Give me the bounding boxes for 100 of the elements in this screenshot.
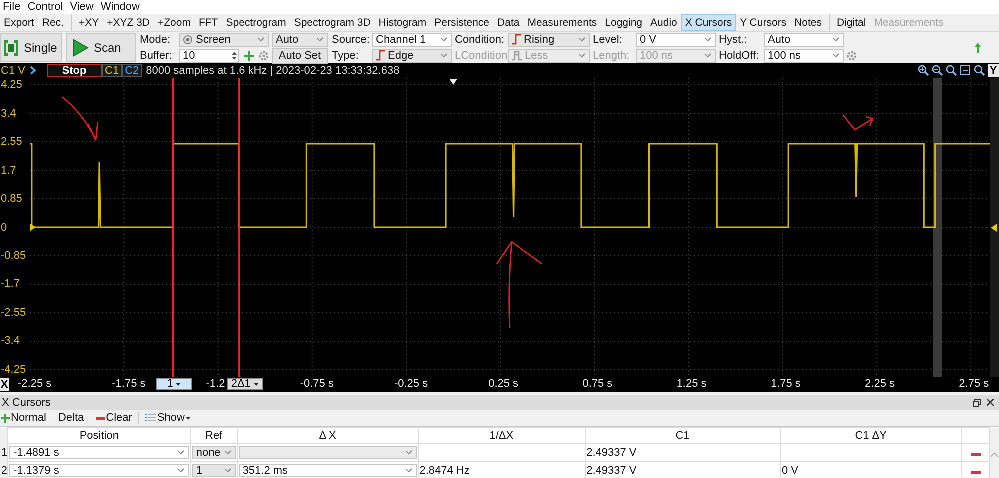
toolbar-tab[interactable]: Data bbox=[494, 14, 524, 31]
chevron-icon bbox=[257, 37, 265, 42]
search-icon[interactable] bbox=[946, 65, 957, 76]
arrow-drawing bbox=[842, 114, 874, 131]
cursor-handle[interactable]: 1 bbox=[156, 378, 192, 390]
column-header: C1 bbox=[585, 428, 780, 444]
single-button[interactable]: Single bbox=[0, 33, 62, 62]
trigger-level-marker[interactable] bbox=[990, 224, 997, 232]
toolbar-tab[interactable]: Digital bbox=[833, 14, 870, 31]
restore-icon[interactable] bbox=[973, 398, 981, 406]
stop-button[interactable]: Stop bbox=[47, 64, 102, 77]
cursor-handle[interactable]: 2Δ1 bbox=[227, 378, 263, 390]
zoom-in-icon[interactable] bbox=[918, 65, 929, 76]
y-axis-button[interactable]: Y bbox=[988, 64, 999, 77]
toolbar-tab[interactable]: +XY bbox=[74, 14, 104, 31]
x-tick-label: 0.25 s bbox=[488, 378, 519, 390]
y-tick-label: -1.7 bbox=[1, 278, 20, 290]
x-tick-label: -1.75 s bbox=[112, 378, 146, 390]
ref-dropdown[interactable]: none bbox=[192, 446, 236, 459]
trigger-position-marker[interactable] bbox=[450, 79, 458, 85]
toolbar-tab[interactable]: Audio bbox=[646, 14, 682, 31]
trigger-label: Level: bbox=[593, 34, 624, 46]
plus-icon[interactable] bbox=[244, 50, 254, 60]
toolbar-tab[interactable]: Y Cursors bbox=[736, 14, 791, 31]
add-normal-button[interactable]: Normal bbox=[1, 412, 46, 424]
toolbar-tab[interactable]: Rec. bbox=[38, 14, 68, 31]
chevron-icon bbox=[704, 37, 712, 42]
delete-icon[interactable] bbox=[970, 452, 981, 456]
channel-tag[interactable]: C1 bbox=[102, 64, 122, 77]
clear-button[interactable]: Clear bbox=[96, 412, 132, 424]
toolbar-tab[interactable]: Spectrogram 3D bbox=[290, 14, 375, 31]
chevron-icon bbox=[440, 37, 448, 42]
trigger-dropdown[interactable]: Edge bbox=[372, 48, 452, 62]
caret-icon bbox=[254, 382, 259, 386]
minus-icon bbox=[96, 416, 106, 420]
chevron-icon bbox=[404, 450, 413, 455]
table-cell: 2.49337 V bbox=[586, 446, 637, 458]
search-icon[interactable] bbox=[974, 65, 985, 76]
x-tick-label: 1.25 s bbox=[676, 378, 707, 390]
cursor-line[interactable] bbox=[238, 78, 240, 377]
caret-icon bbox=[176, 382, 182, 386]
x-tick-label: 2.25 s bbox=[865, 378, 896, 390]
position-dropdown[interactable]: -1.4891 s bbox=[9, 446, 190, 459]
y-tick-label: 3.4 bbox=[1, 108, 16, 120]
toolbar-tab[interactable]: Export bbox=[0, 14, 38, 31]
delta-dropdown[interactable]: 351.2 ms bbox=[238, 464, 417, 477]
mode-dropdown[interactable]: Screen bbox=[179, 32, 269, 46]
chevron-icon bbox=[224, 468, 232, 473]
trigger-dropdown[interactable]: 100 ns bbox=[764, 48, 844, 62]
y-tick-label: 1.7 bbox=[1, 164, 16, 177]
buffer-field[interactable]: 10 bbox=[179, 48, 239, 62]
table-cell: 2.8474 Hz bbox=[420, 464, 470, 476]
toolbar-tab[interactable]: FFT bbox=[194, 14, 222, 31]
auto-set-button[interactable]: Auto Set bbox=[272, 48, 328, 64]
toolbar-tab[interactable]: Spectrogram bbox=[222, 14, 290, 31]
up-arrow-icon[interactable] bbox=[975, 42, 981, 52]
scan-button[interactable]: Scan bbox=[66, 33, 136, 62]
mode-option-dropdown[interactable]: Auto bbox=[272, 32, 328, 46]
add-delta-button[interactable]: Delta bbox=[58, 412, 84, 424]
buffer-label: Buffer: bbox=[140, 50, 174, 62]
toolbar-tab[interactable]: +Zoom bbox=[154, 14, 195, 31]
rising-edge-icon bbox=[512, 34, 521, 45]
toolbar-tab[interactable]: X Cursors bbox=[681, 14, 736, 31]
toolbar-tab[interactable]: Persistence bbox=[430, 14, 494, 31]
show-button[interactable]: Show bbox=[145, 412, 191, 424]
plus-icon bbox=[1, 414, 10, 422]
menu-item[interactable]: View bbox=[68, 1, 99, 13]
trigger-dropdown[interactable]: Auto bbox=[764, 32, 844, 46]
chevron-icon bbox=[440, 53, 448, 58]
zoom-fit-icon[interactable] bbox=[960, 65, 971, 76]
trigger-label: Type: bbox=[332, 50, 360, 62]
trigger-dropdown[interactable]: 0 V bbox=[636, 32, 716, 46]
position-dropdown[interactable]: -1.1379 s bbox=[9, 464, 190, 477]
ref-dropdown[interactable]: 1 bbox=[192, 464, 236, 477]
rising-edge-icon bbox=[376, 50, 385, 61]
trigger-dropdown[interactable]: Rising bbox=[508, 32, 590, 46]
menu-item[interactable]: Window bbox=[98, 1, 145, 13]
column-header: 1/ΔX bbox=[418, 428, 586, 444]
menu-item[interactable]: File bbox=[1, 1, 26, 13]
single-capture-icon bbox=[3, 38, 19, 56]
spinner-icon bbox=[231, 50, 238, 62]
close-icon[interactable] bbox=[987, 398, 994, 406]
zoom-out-icon[interactable] bbox=[932, 65, 943, 76]
delete-icon[interactable] bbox=[970, 470, 981, 474]
trigger-label: Hyst.: bbox=[719, 34, 748, 46]
axis-title: C1 V bbox=[0, 64, 26, 76]
x-tick-label: 0.75 s bbox=[582, 378, 613, 390]
channel-tag[interactable]: C2 bbox=[122, 64, 142, 77]
toolbar-tab[interactable]: +XYZ 3D bbox=[103, 14, 154, 31]
trigger-dropdown[interactable]: Channel 1 bbox=[372, 32, 452, 46]
toolbar-tab[interactable]: Logging bbox=[601, 14, 647, 31]
cursor-line[interactable] bbox=[172, 78, 174, 377]
toolbar-tab[interactable]: Notes bbox=[790, 14, 826, 31]
toolbar-tab[interactable]: Measurements bbox=[524, 14, 602, 31]
toolbar-tab[interactable]: Histogram bbox=[374, 14, 431, 31]
menu-item[interactable]: Control bbox=[26, 1, 68, 13]
y-tick-label: -4.25 bbox=[1, 364, 26, 376]
trigger-label: HoldOff: bbox=[719, 50, 760, 62]
panel-title: X Cursors bbox=[2, 396, 51, 408]
x-axis-button[interactable]: X bbox=[0, 378, 9, 391]
